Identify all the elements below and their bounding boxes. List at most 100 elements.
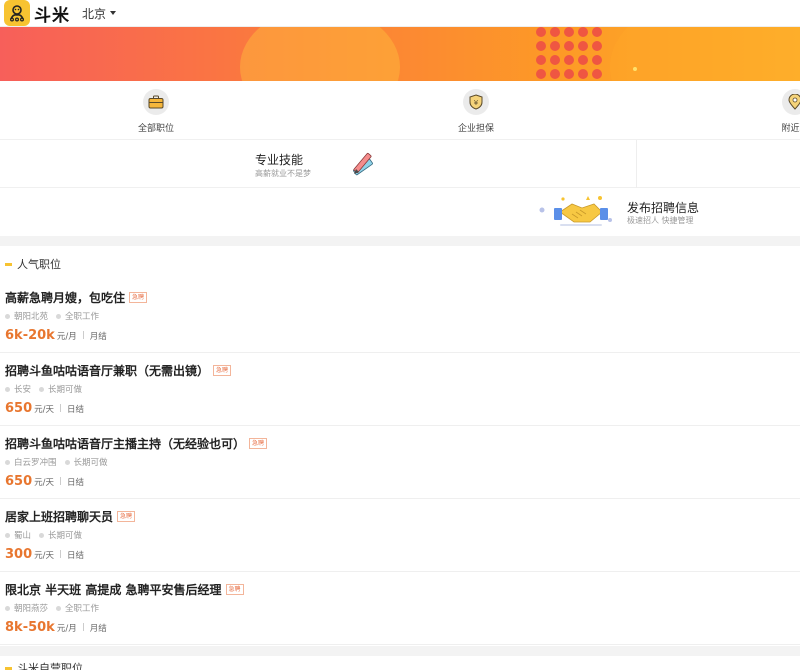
- job-pay: 6k-20k 元/月 月结: [5, 328, 107, 343]
- job-salary: 8k-50k: [5, 620, 55, 635]
- job-title: 居家上班招聘聊天员 急聘: [5, 508, 136, 525]
- separator: [82, 331, 84, 339]
- location-dot-icon: [5, 532, 10, 538]
- city-selector[interactable]: 北京: [82, 5, 117, 22]
- job-salary: 650: [5, 474, 33, 489]
- nav-nearby-jobs[interactable]: 附近职: [755, 89, 800, 134]
- job-salary: 650: [5, 401, 33, 416]
- job-title-text: 招聘斗鱼咕咕语音厅主播主持（无经验也可）: [5, 437, 246, 451]
- type-dot-icon: [64, 459, 70, 465]
- job-meta: 蜀山 长期可做: [5, 529, 82, 541]
- settlement-type: 月结: [89, 624, 107, 634]
- job-location: 蜀山: [14, 531, 32, 541]
- job-list-item[interactable]: 招聘斗鱼咕咕语音厅兼职（无需出镜） 急聘 长安 长期可做 650 元/天 日结: [0, 353, 800, 426]
- top-header: 斗米 北京: [0, 0, 800, 27]
- job-type: 全职工作: [65, 604, 100, 614]
- section-marker: [5, 262, 12, 266]
- section-gap: [0, 646, 800, 656]
- job-type: 长期可做: [73, 458, 108, 468]
- category-nav: 全部职位 ¥ 企业担保 附近职: [0, 81, 800, 140]
- job-list-item[interactable]: 限北京 半天班 高提成 急聘平安售后经理 急聘 朝阳燕莎 全职工作 8k-50k…: [0, 572, 800, 645]
- job-title: 高薪急聘月嫂，包吃住 急聘: [5, 289, 148, 306]
- banner-decor: [610, 27, 800, 81]
- job-type: 全职工作: [65, 312, 100, 322]
- location-dot-icon: [5, 459, 10, 465]
- section-gap: [0, 236, 800, 246]
- salary-unit: 元/月: [56, 624, 77, 634]
- type-dot-icon: [39, 532, 45, 538]
- separator: [60, 550, 62, 558]
- doumi-logo-icon[interactable]: [4, 0, 30, 26]
- section-title-label: 人气职位: [17, 258, 61, 271]
- job-meta: 白云罗冲围 长期可做: [5, 456, 108, 468]
- job-location: 长安: [14, 385, 32, 395]
- job-title: 招聘斗鱼咕咕语音厅兼职（无需出镜） 急聘: [5, 362, 232, 379]
- section-title: 人气职位: [5, 256, 61, 272]
- type-dot-icon: [39, 386, 45, 392]
- handshake-icon: [539, 196, 612, 226]
- promo-banner[interactable]: [0, 27, 800, 81]
- job-type: 长期可做: [48, 531, 83, 541]
- skills-title: 专业技能: [255, 153, 304, 167]
- section-title-label: 斗米自营职位: [17, 662, 83, 670]
- pencil-ruler-icon: [353, 152, 373, 176]
- job-location: 朝阳燕莎: [14, 604, 49, 614]
- separator: [60, 477, 62, 485]
- publish-subtitle: 极速招人 快捷管理: [627, 216, 694, 225]
- briefcase-icon: [143, 89, 169, 115]
- section-title: 斗米自营职位: [5, 660, 83, 670]
- urgent-tag: 急聘: [213, 365, 232, 376]
- urgent-tag: 急聘: [249, 438, 268, 449]
- job-meta: 长安 长期可做: [5, 383, 82, 395]
- settlement-type: 日结: [67, 478, 85, 488]
- publish-card[interactable]: 发布招聘信息 极速招人 快捷管理: [0, 188, 800, 236]
- nav-enterprise-guarantee[interactable]: ¥ 企业担保: [436, 89, 516, 134]
- job-title-text: 招聘斗鱼咕咕语音厅兼职（无需出镜）: [5, 364, 210, 378]
- svg-text:¥: ¥: [474, 99, 479, 107]
- job-list-item[interactable]: 高薪急聘月嫂，包吃住 急聘 朝阳北苑 全职工作 6k-20k 元/月 月结: [0, 280, 800, 353]
- job-list-item[interactable]: 招聘斗鱼咕咕语音厅主播主持（无经验也可） 急聘 白云罗冲围 长期可做 650 元…: [0, 426, 800, 499]
- section-marker: [5, 666, 12, 670]
- settlement-type: 日结: [67, 405, 85, 415]
- nav-label: 附近职: [781, 124, 800, 134]
- skills-card[interactable]: 专业技能 高薪就业不是梦: [0, 140, 800, 188]
- job-pay: 650 元/天 日结: [5, 401, 84, 416]
- job-title-text: 居家上班招聘聊天员: [5, 510, 114, 524]
- settlement-type: 日结: [67, 551, 85, 561]
- nav-label: 全部职位: [137, 124, 174, 134]
- job-pay: 650 元/天 日结: [5, 474, 84, 489]
- location-dot-icon: [5, 386, 10, 392]
- job-title-text: 高薪急聘月嫂，包吃住: [5, 291, 126, 305]
- salary-unit: 元/月: [56, 332, 77, 342]
- divider: [636, 140, 637, 188]
- job-meta: 朝阳燕莎 全职工作: [5, 602, 99, 614]
- location-dot-icon: [5, 313, 10, 319]
- job-pay: 300 元/天 日结: [5, 547, 84, 562]
- urgent-tag: 急聘: [225, 584, 244, 595]
- nav-all-jobs[interactable]: 全部职位: [116, 89, 196, 134]
- shield-icon: ¥: [463, 89, 489, 115]
- salary-unit: 元/天: [34, 405, 55, 415]
- job-title: 招聘斗鱼咕咕语音厅主播主持（无经验也可） 急聘: [5, 435, 268, 452]
- caret-down-icon: [110, 11, 117, 15]
- type-dot-icon: [56, 313, 62, 319]
- job-title-text: 限北京 半天班 高提成 急聘平安售后经理: [5, 583, 222, 597]
- banner-decor: [240, 27, 400, 81]
- job-list-item[interactable]: 居家上班招聘聊天员 急聘 蜀山 长期可做 300 元/天 日结: [0, 499, 800, 572]
- brand-name: 斗米: [34, 5, 70, 26]
- job-salary: 300: [5, 547, 33, 562]
- job-location: 朝阳北苑: [14, 312, 49, 322]
- job-location: 白云罗冲围: [14, 458, 57, 468]
- job-pay: 8k-50k 元/月 月结: [5, 620, 107, 635]
- settlement-type: 月结: [89, 332, 107, 342]
- publish-title: 发布招聘信息: [627, 201, 700, 215]
- skills-subtitle: 高薪就业不是梦: [255, 169, 311, 178]
- separator: [82, 623, 84, 631]
- urgent-tag: 急聘: [117, 511, 136, 522]
- city-label: 北京: [82, 6, 107, 21]
- job-salary: 6k-20k: [5, 328, 55, 343]
- nav-label: 企业担保: [457, 124, 494, 134]
- job-meta: 朝阳北苑 全职工作: [5, 310, 99, 322]
- type-dot-icon: [56, 605, 62, 611]
- location-pin-icon: [782, 89, 800, 115]
